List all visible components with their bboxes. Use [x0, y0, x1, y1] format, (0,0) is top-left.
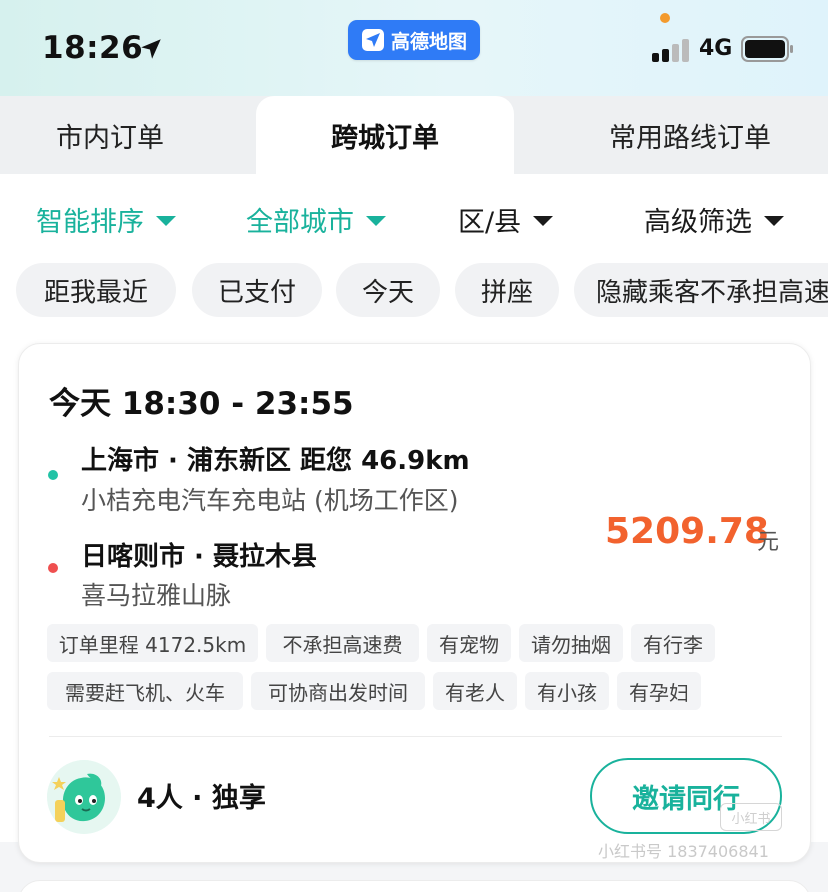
tag-pets: 有宠物	[427, 624, 511, 662]
advanced-filter-dropdown[interactable]: 高级筛选	[644, 200, 784, 239]
start-location-detail: 小桔充电汽车充电站 (机场工作区)	[81, 486, 459, 515]
next-order-card[interactable]	[18, 880, 811, 892]
passenger-avatar-icon	[47, 760, 121, 834]
end-location-detail: 喜马拉雅山脉	[81, 581, 232, 610]
tag-negotiable-time: 可协商出发时间	[251, 672, 425, 710]
end-location-title: 日喀则市 · 聂拉木县	[81, 542, 317, 572]
chip-today[interactable]: 今天	[336, 263, 440, 317]
end-dot-icon	[48, 563, 58, 573]
order-time-range: 今天 18:30 - 23:55	[49, 386, 354, 422]
sort-label: 智能排序	[36, 207, 144, 238]
chip-nearest[interactable]: 距我最近	[16, 263, 176, 317]
chip-label: 拼座	[480, 277, 533, 308]
status-bar: 18:26 高德地图 4G	[0, 0, 828, 96]
chip-label: 今天	[361, 277, 414, 308]
tab-intercity-orders[interactable]: 跨城订单	[256, 96, 514, 174]
app-badge[interactable]: 高德地图	[348, 20, 480, 60]
signal-icon	[652, 38, 692, 62]
tab-frequent-route-orders[interactable]: 常用路线订单	[560, 96, 820, 174]
advanced-filter-label: 高级筛选	[644, 207, 752, 238]
network-type: 4G	[699, 36, 733, 61]
tag-catch-flight-train: 需要赶飞机、火车	[47, 672, 243, 710]
privacy-indicator-dot	[660, 13, 670, 23]
status-time: 18:26	[42, 30, 144, 66]
caret-down-icon	[533, 215, 554, 226]
tag-no-toll: 不承担高速费	[266, 624, 419, 662]
start-dot-icon	[48, 470, 58, 480]
tag-no-smoking: 请勿抽烟	[519, 624, 623, 662]
district-label: 区/县	[458, 207, 522, 238]
seats-info: 4人 · 独享	[137, 783, 266, 814]
price-unit: 元	[757, 530, 780, 555]
order-tabs: 市内订单 跨城订单 常用路线订单	[0, 96, 828, 174]
card-divider	[49, 736, 782, 737]
tag-distance: 订单里程 4172.5km	[47, 624, 258, 662]
caret-down-icon	[156, 215, 176, 226]
tab-city-orders[interactable]: 市内订单	[0, 96, 220, 174]
tag-pregnant: 有孕妇	[617, 672, 701, 710]
city-dropdown[interactable]: 全部城市	[246, 200, 386, 239]
chip-hide-no-toll[interactable]: 隐藏乘客不承担高速	[574, 263, 828, 317]
sort-dropdown[interactable]: 智能排序	[36, 200, 176, 239]
watermark-logo: 小红书	[720, 803, 782, 831]
city-label: 全部城市	[246, 207, 354, 238]
chip-carpool[interactable]: 拼座	[455, 263, 559, 317]
tag-children: 有小孩	[525, 672, 609, 710]
chip-label: 已支付	[217, 277, 296, 308]
chip-label: 距我最近	[43, 277, 148, 308]
order-card[interactable]: 今天 18:30 - 23:55 上海市 · 浦东新区 距您 46.9km 小桔…	[18, 343, 811, 863]
start-location-title: 上海市 · 浦东新区 距您 46.9km	[81, 446, 470, 476]
battery-icon	[741, 36, 793, 62]
tab-label: 市内订单	[56, 122, 164, 154]
app-badge-label: 高德地图	[390, 30, 467, 53]
tag-luggage: 有行李	[631, 624, 715, 662]
tab-label: 常用路线订单	[609, 122, 771, 154]
tab-label: 跨城订单	[331, 122, 439, 154]
watermark-text: 小红书号 1837406841	[598, 842, 769, 861]
chip-paid[interactable]: 已支付	[192, 263, 322, 317]
tag-elderly: 有老人	[433, 672, 517, 710]
order-price: 5209.78	[605, 511, 769, 552]
caret-down-icon	[764, 215, 784, 226]
district-dropdown[interactable]: 区/县	[458, 200, 554, 239]
amap-logo-icon	[361, 29, 384, 51]
caret-down-icon	[366, 215, 386, 226]
location-arrow-icon	[141, 39, 161, 59]
chip-label: 隐藏乘客不承担高速	[596, 277, 828, 308]
